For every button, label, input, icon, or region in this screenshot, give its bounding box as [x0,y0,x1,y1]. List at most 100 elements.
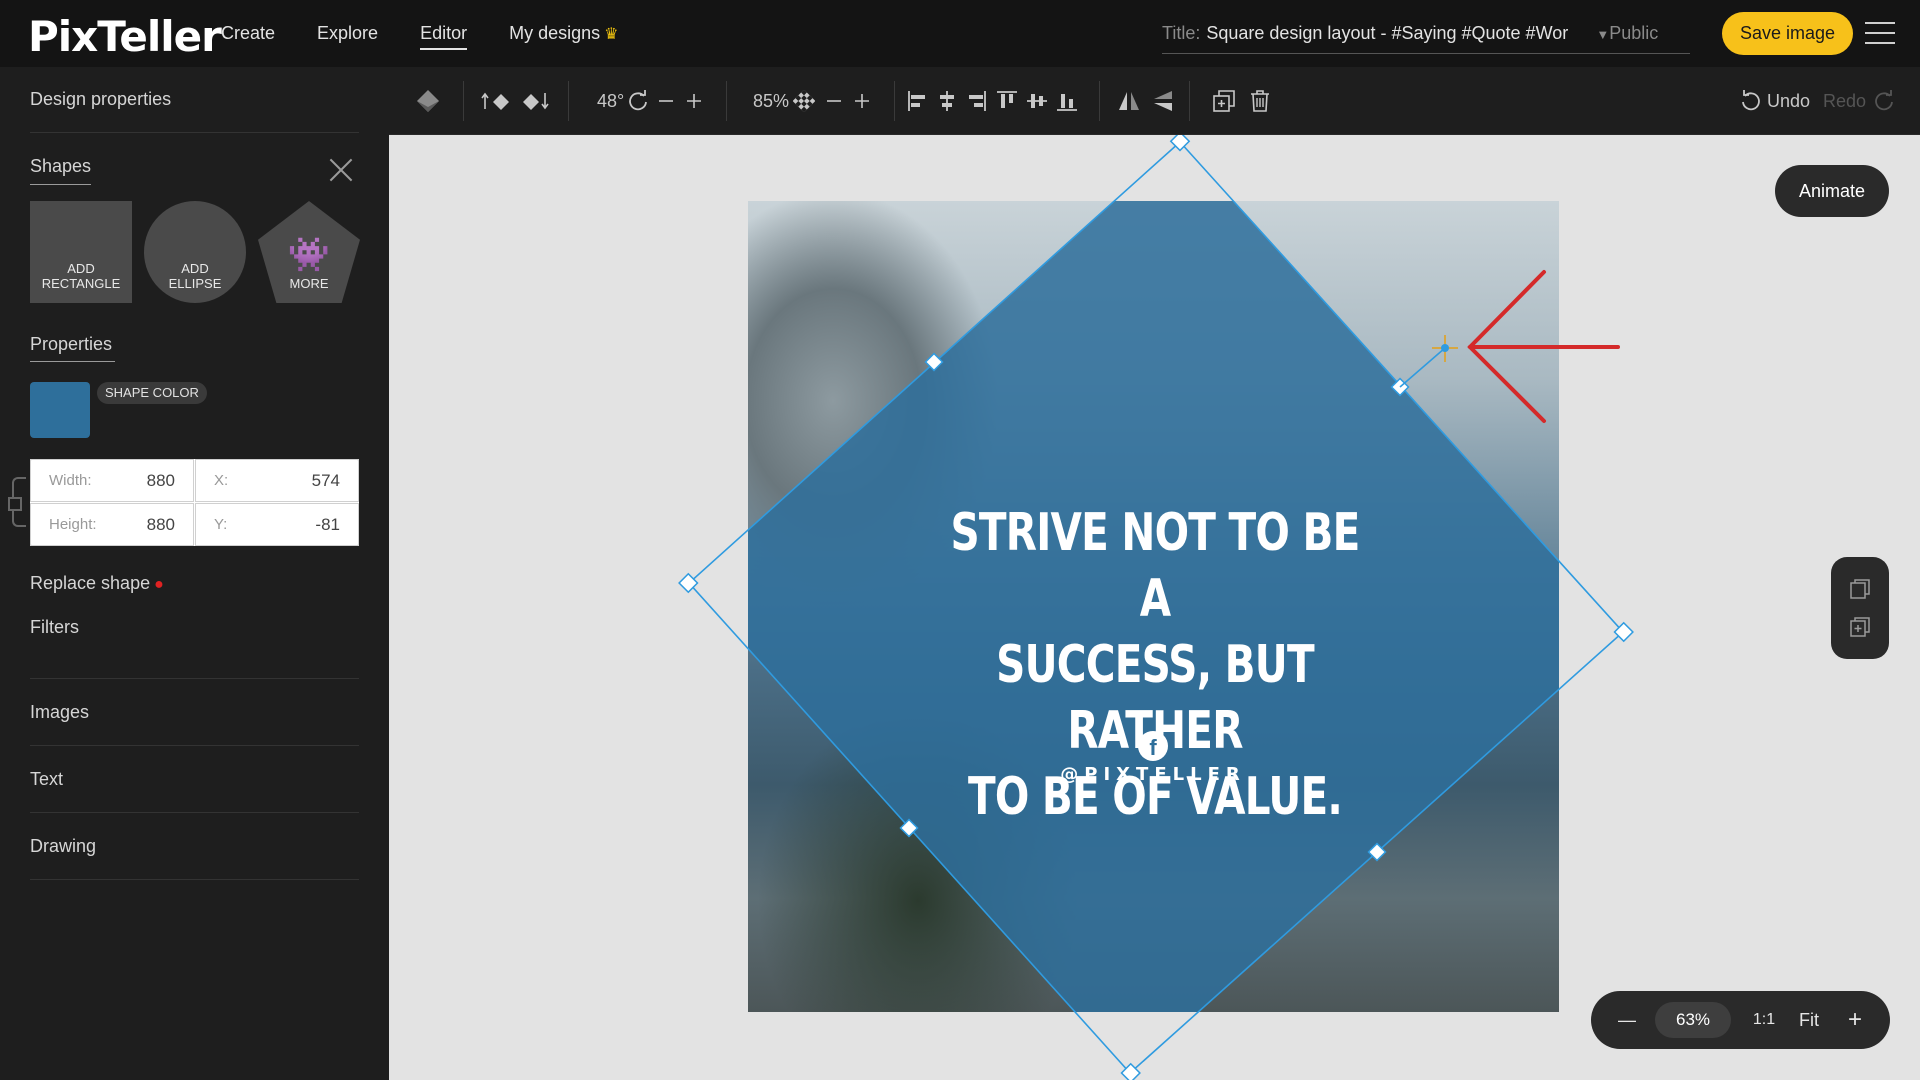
rotate-icon[interactable] [627,85,649,117]
toolbar-separator [568,81,569,121]
properties-underline [30,361,115,362]
design-properties-link[interactable]: Design properties [30,89,171,110]
width-input[interactable]: 880 [95,471,175,491]
rotate-cursor-icon[interactable] [1432,335,1458,362]
editor-toolbar: 48° 85% Undo Redo [389,67,1920,135]
social-handle-text[interactable]: @PIXTELLER [1040,764,1266,785]
flame-icon: ● [154,576,164,593]
add-ellipse-label: ADD ELLIPSE [168,261,222,291]
zoom-out-button[interactable]: — [1615,991,1639,1049]
layers-icon[interactable] [413,85,443,117]
save-image-button[interactable]: Save image [1722,12,1853,55]
visibility-dropdown[interactable]: ▼Public [1596,23,1658,44]
divider [30,678,359,679]
facebook-icon: f [1138,731,1168,761]
shape-color-label: SHAPE COLOR [97,382,207,404]
app-logo[interactable]: PixTeller [28,12,222,61]
height-input[interactable]: 880 [97,515,175,535]
align-center-horizontal-icon[interactable] [935,85,959,117]
toolbar-separator [1099,81,1100,121]
shapes-heading[interactable]: Shapes [30,156,91,177]
nav-create[interactable]: Create [221,19,275,48]
nav-my-designs[interactable]: My designs ♛ [509,19,618,48]
replace-shape-label: Replace shape [30,573,151,593]
duplicate-page-icon[interactable] [1848,615,1872,639]
zoom-actual-size-button[interactable]: 1:1 [1749,991,1779,1049]
title-input[interactable]: Square design layout - #Saying #Quote #W… [1206,23,1586,44]
y-field[interactable]: Y: -81 [195,503,359,546]
toolbar-separator [726,81,727,121]
divider [30,132,359,133]
canvas-layer: STRIVE NOT TO BE A SUCCESS, BUT RATHER T… [389,135,1920,1080]
redo-icon[interactable] [1873,85,1895,117]
left-sidebar: Design properties Shapes ADD RECTANGLE A… [0,67,389,1080]
zoom-controls: — 63% 1:1 Fit + [1591,991,1890,1049]
nav-my-designs-label: My designs [509,23,601,43]
send-backward-icon[interactable] [519,85,551,117]
rotation-increase-icon[interactable] [685,85,703,117]
hamburger-menu-icon[interactable] [1865,22,1895,44]
annotation-arrow-icon [1467,270,1620,423]
zoom-level[interactable]: 63% [1655,1002,1731,1038]
height-label: Height: [49,516,97,533]
crown-icon: ♛ [604,26,619,43]
toolbar-separator [894,81,895,121]
x-field[interactable]: X: 574 [195,459,359,502]
zoom-in-button[interactable]: + [1843,991,1867,1049]
toolbar-separator [1189,81,1190,121]
rotate-handle-line [1399,347,1446,388]
divider [30,745,359,746]
align-middle-vertical-icon[interactable] [1025,85,1049,117]
canvas-workspace[interactable]: STRIVE NOT TO BE A SUCCESS, BUT RATHER T… [389,135,1920,1080]
flip-horizontal-icon[interactable] [1117,85,1141,117]
add-page-icon[interactable] [1848,577,1872,601]
title-label: Title: [1162,23,1201,43]
opacity-checker-icon[interactable] [793,85,815,117]
space-invader-icon: 👾 [287,236,331,274]
divider [30,879,359,880]
zoom-fit-button[interactable]: Fit [1794,991,1824,1049]
close-icon[interactable] [328,157,354,183]
rotation-value[interactable]: 48° [597,85,624,117]
align-right-icon[interactable] [964,85,988,117]
nav-explore[interactable]: Explore [317,19,378,48]
nav-editor[interactable]: Editor [420,19,468,50]
text-section[interactable]: Text [30,769,63,790]
undo-icon[interactable] [1740,85,1762,117]
x-input[interactable]: 574 [260,471,340,491]
properties-heading: Properties [30,334,113,354]
drawing-section[interactable]: Drawing [30,836,96,857]
y-input[interactable]: -81 [260,515,340,535]
add-rectangle-label: ADD RECTANGLE [41,261,121,291]
opacity-increase-icon[interactable] [853,85,871,117]
height-field[interactable]: Height: 880 [30,503,194,546]
animate-button[interactable]: Animate [1775,165,1889,217]
width-field[interactable]: Width: 880 [30,459,194,502]
aspect-lock-icon[interactable] [8,477,26,527]
undo-button[interactable]: Undo [1767,85,1810,117]
bring-forward-icon[interactable] [481,85,513,117]
add-ellipse-button[interactable]: ADD ELLIPSE [144,201,246,303]
design-title-field[interactable]: Title: Square design layout - #Saying #Q… [1162,14,1690,54]
top-bar: PixTeller Create Explore Editor My desig… [0,0,1920,67]
y-label: Y: [214,516,228,533]
align-bottom-icon[interactable] [1055,85,1079,117]
images-section[interactable]: Images [30,702,89,723]
opacity-value[interactable]: 85% [753,85,789,117]
width-label: Width: [49,472,92,489]
replace-shape-link[interactable]: Replace shape ● [30,573,164,594]
rotation-decrease-icon[interactable] [657,85,675,117]
redo-button[interactable]: Redo [1823,85,1866,117]
align-left-icon[interactable] [906,85,930,117]
add-rectangle-button[interactable]: ADD RECTANGLE [30,201,132,303]
flip-vertical-icon[interactable] [1151,85,1175,117]
opacity-decrease-icon[interactable] [825,85,843,117]
more-shapes-button[interactable]: 👾 MORE [258,201,360,303]
trash-icon[interactable] [1247,85,1273,117]
filters-link[interactable]: Filters [30,617,79,638]
visibility-label: Public [1609,23,1659,43]
align-top-icon[interactable] [995,85,1019,117]
duplicate-icon[interactable] [1211,85,1237,117]
dimension-fields: Width: 880 X: 574 Height: 880 Y: -81 [30,459,359,546]
shape-color-swatch[interactable] [30,382,90,438]
